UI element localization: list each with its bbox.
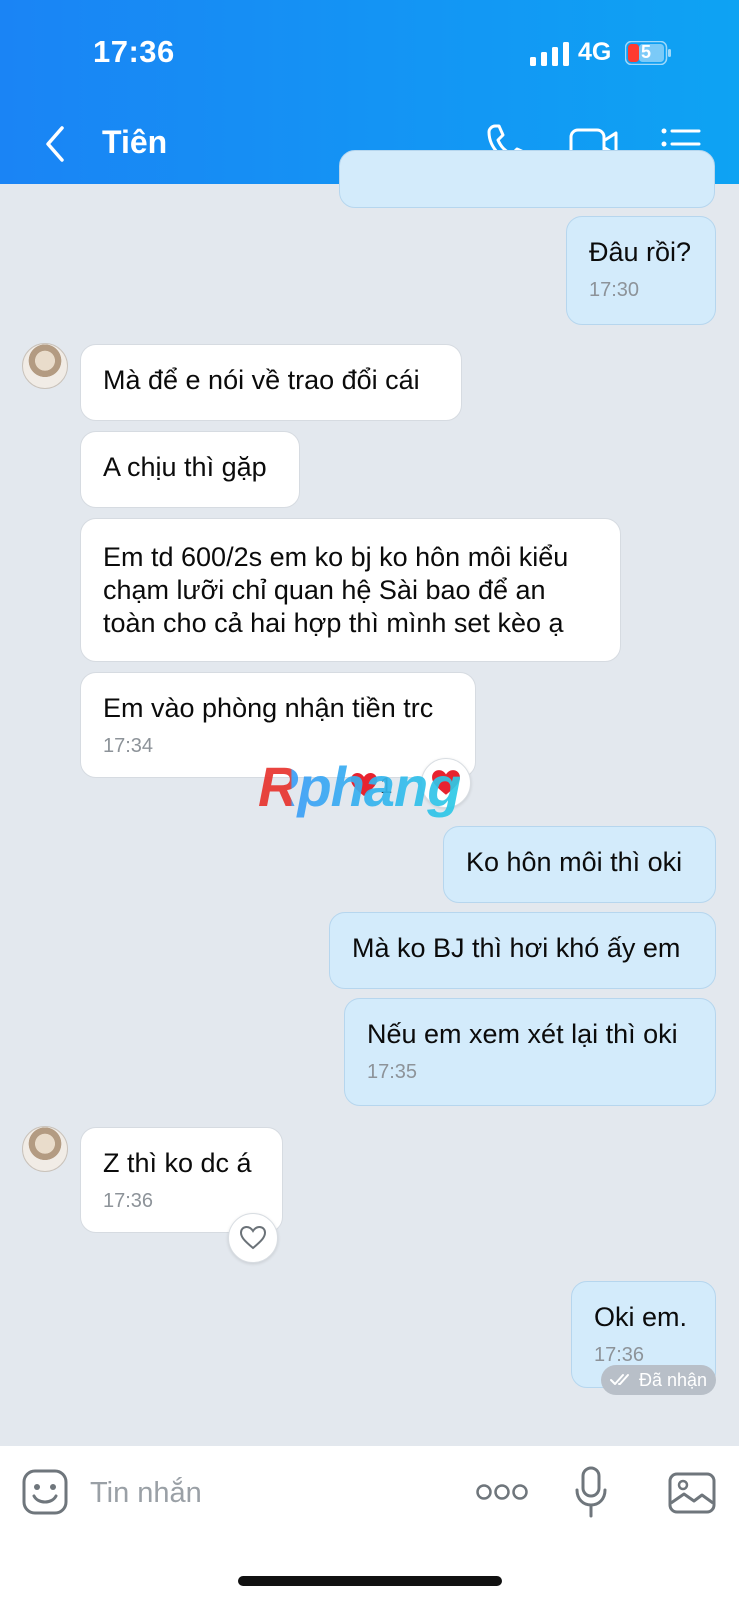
more-options-icon[interactable] <box>476 1482 528 1502</box>
message-bubble-incoming[interactable]: Mà để e nói về trao đổi cái <box>80 344 462 421</box>
back-arrow-icon[interactable] <box>40 122 72 166</box>
message-time: 17:35 <box>367 1061 418 1083</box>
microphone-icon[interactable] <box>575 1466 607 1518</box>
contact-name[interactable]: Tiên <box>102 124 167 161</box>
message-text: Oki em. <box>594 1302 688 1332</box>
watermark-logo: Rphang <box>258 755 461 818</box>
message-text: Mà để e nói về trao đổi cái <box>103 365 420 395</box>
received-status-badge: Đã nhận <box>601 1365 716 1395</box>
battery-level: 5 <box>640 42 651 62</box>
message-text: Ko hôn môi thì oki <box>466 847 683 877</box>
message-time: 17:30 <box>589 279 640 301</box>
message-bubble-outgoing[interactable] <box>339 150 715 208</box>
message-text: Em td 600/2s em ko bj ko hôn môi kiểu ch… <box>103 542 569 638</box>
message-bubble-incoming[interactable]: A chịu thì gặp <box>80 431 300 508</box>
message-time: 17:36 <box>103 1190 154 1212</box>
message-time: 17:36 <box>594 1344 645 1366</box>
message-bubble-outgoing[interactable]: Nếu em xem xét lại thì oki 17:35 <box>344 998 716 1106</box>
heart-outline-icon <box>239 1225 267 1250</box>
home-indicator <box>238 1576 502 1586</box>
message-bubble-incoming[interactable]: Em td 600/2s em ko bj ko hôn môi kiểu ch… <box>80 518 621 662</box>
message-input[interactable] <box>88 1466 452 1520</box>
message-text: Em vào phòng nhận tiền trc <box>103 693 434 723</box>
received-status-text: Đã nhận <box>638 1369 708 1390</box>
message-bubble-outgoing[interactable]: Mà ko BJ thì hơi khó ấy em <box>329 912 716 989</box>
double-check-icon <box>609 1374 629 1385</box>
message-text: Đâu rồi? <box>589 237 692 267</box>
message-bubble-outgoing[interactable]: Đâu rồi? 17:30 <box>566 216 716 325</box>
image-gallery-icon[interactable] <box>668 1472 716 1514</box>
contact-avatar[interactable] <box>22 343 68 389</box>
message-text: Nếu em xem xét lại thì oki <box>367 1019 678 1049</box>
signal-icon <box>530 42 569 66</box>
message-text: Z thì ko dc á <box>103 1148 252 1178</box>
network-type: 4G <box>578 38 612 66</box>
message-text: Mà ko BJ thì hơi khó ấy em <box>352 933 681 963</box>
battery-icon: 5 <box>625 41 671 65</box>
message-text: A chịu thì gặp <box>103 452 267 482</box>
emoji-sticker-icon[interactable] <box>22 1469 68 1515</box>
contact-avatar[interactable] <box>22 1126 68 1172</box>
message-input-bar <box>0 1446 739 1600</box>
status-time: 17:36 <box>93 34 175 69</box>
message-bubble-outgoing[interactable]: Ko hôn môi thì oki <box>443 826 716 903</box>
react-button[interactable] <box>228 1213 278 1263</box>
